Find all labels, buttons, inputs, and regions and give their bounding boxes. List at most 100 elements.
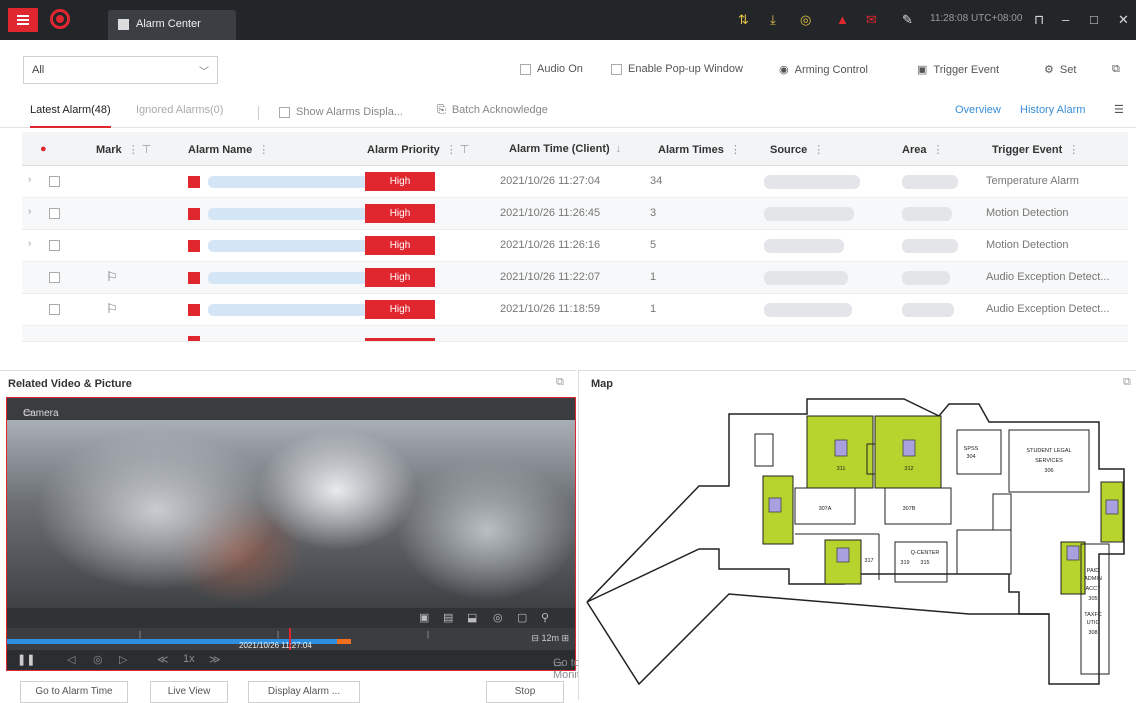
- speed-icon[interactable]: 1x: [183, 653, 195, 665]
- col-time[interactable]: Alarm Time (Client) ↓: [509, 143, 621, 155]
- floor-plan-map[interactable]: STUDENT LEGAL SERVICES 306 SPSS 304 Q-CE…: [579, 394, 1136, 700]
- area-blurred: [902, 207, 952, 221]
- sort-icon[interactable]: ⋮: [813, 144, 824, 156]
- slow-icon[interactable]: ≪: [157, 653, 169, 666]
- video-player[interactable]: ▭ Camera 02 ▣ ▤ ⬓ ◎ ▢ ⚲ | | | 2021/10/26…: [6, 397, 604, 681]
- area-blurred: [902, 271, 950, 285]
- sort-icon[interactable]: ↓: [616, 143, 622, 155]
- prev-icon[interactable]: ◁: [67, 653, 75, 666]
- clip-icon[interactable]: ⬓: [467, 611, 477, 624]
- audio-on-checkbox[interactable]: Audio On: [520, 63, 583, 75]
- audio-icon[interactable]: ⚲: [541, 611, 549, 624]
- alarm-name-blurred[interactable]: [208, 240, 368, 252]
- audio-on-label: Audio On: [537, 63, 583, 75]
- download-icon[interactable]: ⤓: [770, 12, 776, 28]
- timeline-zoom[interactable]: ⊟ 12m ⊞: [531, 633, 569, 644]
- tab-alarm-center[interactable]: Alarm Center: [108, 10, 236, 40]
- row-checkbox[interactable]: [49, 272, 60, 283]
- sort-icon[interactable]: ⋮: [932, 144, 943, 156]
- alarm-times: 1: [650, 271, 657, 283]
- overview-link[interactable]: Overview: [955, 104, 1001, 116]
- col-mark[interactable]: Mark ⋮ ⊤: [96, 143, 151, 156]
- trigger-event: Temperature Alarm: [986, 175, 1079, 187]
- sort-icon[interactable]: ⋮: [258, 144, 269, 156]
- bell-icon[interactable]: ◎: [800, 12, 811, 28]
- table-row[interactable]: ⚐ High 2021/10/26 11:22:07 1 Audio Excep…: [22, 262, 1128, 294]
- col-alarm-name[interactable]: Alarm Name ⋮: [188, 143, 269, 156]
- menu-icon[interactable]: [8, 8, 38, 32]
- row-checkbox[interactable]: [49, 208, 60, 219]
- next-icon[interactable]: ▷: [119, 653, 127, 666]
- priority-badge: High: [365, 300, 435, 319]
- row-checkbox[interactable]: [49, 304, 60, 315]
- expand-icon[interactable]: ›: [28, 238, 31, 249]
- pause-icon[interactable]: ❚❚: [17, 653, 35, 666]
- table-row[interactable]: [22, 326, 1128, 342]
- sort-icon[interactable]: ⋮: [1068, 144, 1079, 156]
- video-frame[interactable]: [7, 420, 575, 608]
- alert-icon[interactable]: ✉: [866, 12, 877, 28]
- set-button[interactable]: ⚙ Set: [1044, 63, 1076, 76]
- svg-text:306: 306: [1044, 468, 1053, 474]
- trigger-event: Audio Exception Detect...: [986, 303, 1110, 315]
- expand-icon[interactable]: ›: [28, 174, 31, 185]
- title-bar: Alarm Center ⇅ ⤓ ◎ ▲ ✉ ✎ 11:28:08 UTC+08…: [0, 0, 1136, 40]
- fullscreen-icon[interactable]: ▢: [517, 611, 527, 624]
- col-trigger[interactable]: Trigger Event ⋮: [992, 143, 1079, 156]
- filter-select[interactable]: All ﹀: [23, 56, 218, 84]
- flag-icon[interactable]: ⚐: [106, 269, 118, 285]
- col-priority[interactable]: Alarm Priority ⋮ ⊤: [367, 143, 469, 156]
- lock-icon[interactable]: ⊓: [1034, 12, 1044, 28]
- alarm-name-blurred[interactable]: [208, 176, 368, 188]
- alarm-times: 5: [650, 239, 657, 251]
- record-icon[interactable]: ▤: [443, 611, 453, 624]
- fast-icon[interactable]: ≫: [209, 653, 221, 666]
- maximize-icon[interactable]: □: [1090, 12, 1098, 28]
- stop-icon[interactable]: ◎: [93, 653, 103, 666]
- batch-acknowledge-button[interactable]: ⎘ Batch Acknowledge: [437, 104, 548, 117]
- network-icon[interactable]: ⇅: [738, 12, 749, 28]
- tab-ignored-alarms[interactable]: Ignored Alarms(0): [136, 104, 223, 116]
- user-icon[interactable]: ✎: [902, 12, 913, 28]
- table-row[interactable]: › High 2021/10/26 11:26:45 3 Motion Dete…: [22, 198, 1128, 230]
- popout-icon[interactable]: ⧉: [1112, 63, 1120, 76]
- screenshot-icon[interactable]: ▣: [419, 611, 429, 624]
- tab-label: Alarm Center: [136, 18, 201, 30]
- alarm-name-blurred[interactable]: [208, 208, 368, 220]
- table-row[interactable]: ⚐ High 2021/10/26 11:18:59 1 Audio Excep…: [22, 294, 1128, 326]
- batch-ack-label: Batch Acknowledge: [451, 104, 548, 116]
- alarm-notification-icon[interactable]: ▲: [836, 12, 849, 28]
- col-area[interactable]: Area ⋮: [902, 143, 943, 156]
- alarm-name-blurred[interactable]: [208, 304, 368, 316]
- close-icon[interactable]: ✕: [1118, 12, 1129, 28]
- col-times[interactable]: Alarm Times ⋮: [658, 143, 741, 156]
- arming-control-button[interactable]: ◉ Arming Control: [779, 63, 868, 76]
- sort-icon[interactable]: ⋮: [730, 144, 741, 156]
- table-row[interactable]: › High 2021/10/26 11:26:16 5 Motion Dete…: [22, 230, 1128, 262]
- filter-icon[interactable]: ⋮ ⊤: [446, 144, 470, 156]
- col-trigger-label: Trigger Event: [992, 144, 1063, 156]
- flag-icon[interactable]: ⚐: [106, 301, 118, 317]
- show-alarms-display-checkbox[interactable]: Show Alarms Displa...: [279, 106, 403, 118]
- zoom-icon[interactable]: ◎: [493, 611, 503, 624]
- enable-popup-checkbox[interactable]: Enable Pop-up Window: [611, 63, 743, 75]
- alarm-name-blurred[interactable]: [208, 272, 368, 284]
- expand-icon[interactable]: ›: [28, 206, 31, 217]
- tab-latest-alarm[interactable]: Latest Alarm(48): [30, 104, 111, 128]
- history-alarm-link[interactable]: History Alarm: [1020, 104, 1085, 116]
- svg-text:ADMIN: ADMIN: [1084, 576, 1102, 582]
- row-checkbox[interactable]: [49, 176, 60, 187]
- minimize-icon[interactable]: –: [1062, 12, 1069, 28]
- popout-icon[interactable]: ⧉: [1123, 376, 1131, 389]
- timeline[interactable]: | | | 2021/10/26 11:27:04 ⊟ 12m ⊞: [7, 628, 575, 650]
- popout-icon[interactable]: ⧉: [556, 376, 564, 389]
- svg-text:307A: 307A: [819, 506, 832, 512]
- table-row[interactable]: › High 2021/10/26 11:27:04 34 Temperatur…: [22, 166, 1128, 198]
- alarm-time: 2021/10/26 11:26:16: [500, 239, 601, 251]
- filter-icon[interactable]: ⋮ ⊤: [128, 144, 152, 156]
- column-settings-icon[interactable]: ☰: [1114, 103, 1124, 116]
- row-checkbox[interactable]: [49, 240, 60, 251]
- trigger-event-button[interactable]: ▣ Trigger Event: [917, 63, 999, 76]
- col-source[interactable]: Source ⋮: [770, 143, 824, 156]
- priority-color-icon: [188, 304, 200, 316]
